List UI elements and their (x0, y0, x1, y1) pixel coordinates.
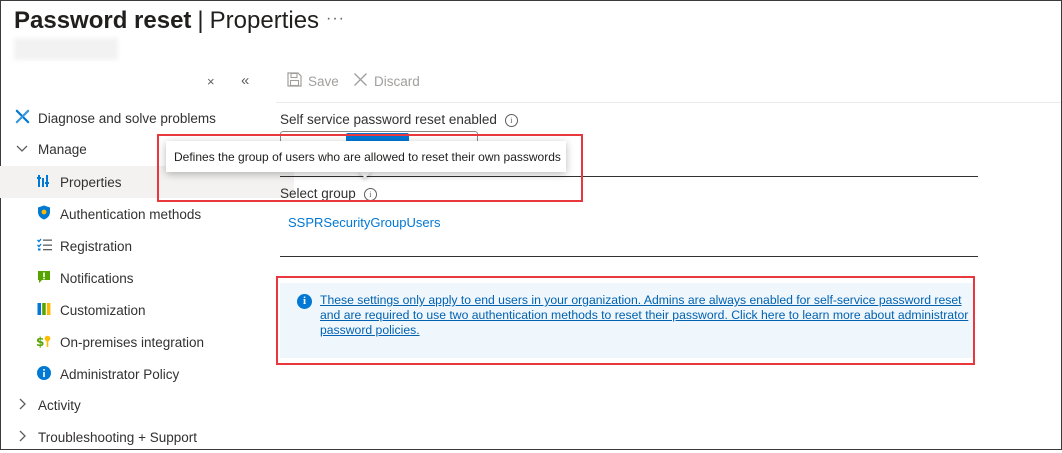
page-title-main: Password reset (14, 7, 192, 34)
page-title-sub: Properties (209, 7, 320, 34)
title-separator: | (197, 7, 204, 34)
sspr-enabled-text: Self service password reset enabled (280, 112, 497, 127)
sidebar-item-notifications[interactable]: Notifications (0, 262, 294, 294)
discard-button[interactable]: Discard (353, 72, 420, 90)
svg-text:$: $ (36, 335, 44, 348)
chevron-down-icon (14, 142, 30, 157)
sidebar-item-label: Manage (38, 141, 87, 157)
info-icon (36, 365, 52, 383)
sidebar-item-label: Authentication methods (60, 206, 202, 222)
security-group-link[interactable]: SSPRSecurityGroupUsers (288, 215, 440, 230)
redacted-subtitle (14, 38, 118, 60)
save-button[interactable]: Save (287, 72, 339, 90)
sidebar-item-label: On-premises integration (60, 334, 205, 350)
discard-label: Discard (374, 73, 420, 89)
sidebar-item-label: Diagnose and solve problems (38, 110, 216, 126)
sidebar-item-label: Registration (60, 238, 133, 254)
page-title: Password reset | Properties (14, 7, 319, 35)
save-icon (287, 72, 302, 90)
sidebar-item-label: Administrator Policy (60, 366, 180, 382)
discard-icon (353, 72, 368, 90)
sidebar-item-label: Customization (60, 302, 146, 318)
sidebar-item-authentication-methods[interactable]: Authentication methods (0, 198, 294, 230)
info-icon[interactable]: i (504, 114, 518, 127)
sidebar-item-customization[interactable]: Customization (0, 294, 294, 326)
sidebar-item-label: Activity (38, 397, 81, 413)
sidebar-item-registration[interactable]: Registration (0, 230, 294, 262)
chevron-right-icon (14, 398, 30, 413)
sidebar-item-administrator-policy[interactable]: Administrator Policy (0, 358, 294, 390)
palette-icon (36, 302, 52, 319)
checklist-icon (36, 238, 52, 254)
save-label: Save (308, 73, 339, 89)
chevron-right-icon (14, 430, 30, 445)
toolbar-divider (276, 102, 1061, 103)
sidebar-group-activity[interactable]: Activity (0, 389, 272, 421)
sidebar-item-label: Properties (60, 174, 122, 190)
sspr-enabled-label: Self service password reset enabled i (280, 112, 518, 127)
more-options-button[interactable]: ··· (326, 10, 345, 28)
notification-icon (36, 270, 52, 287)
sidebar-item-on-premises-integration[interactable]: $ On-premises integration (0, 326, 294, 358)
sidebar-item-label: Notifications (60, 270, 134, 286)
dollar-key-icon: $ (36, 334, 52, 351)
annotation-highlight-tooltip (157, 134, 583, 202)
sidebar-item-label: Troubleshooting + Support (38, 429, 197, 445)
sidebar-item-diagnose[interactable]: Diagnose and solve problems (0, 102, 272, 134)
annotation-highlight-banner (276, 276, 975, 365)
properties-icon (36, 174, 52, 191)
section-divider (280, 256, 978, 257)
collapse-sidebar-icon[interactable]: « (241, 72, 249, 89)
sidebar-group-troubleshooting[interactable]: Troubleshooting + Support (0, 421, 272, 453)
shield-icon (36, 205, 52, 223)
close-icon[interactable]: × (207, 74, 215, 89)
wrench-icon (14, 109, 30, 127)
